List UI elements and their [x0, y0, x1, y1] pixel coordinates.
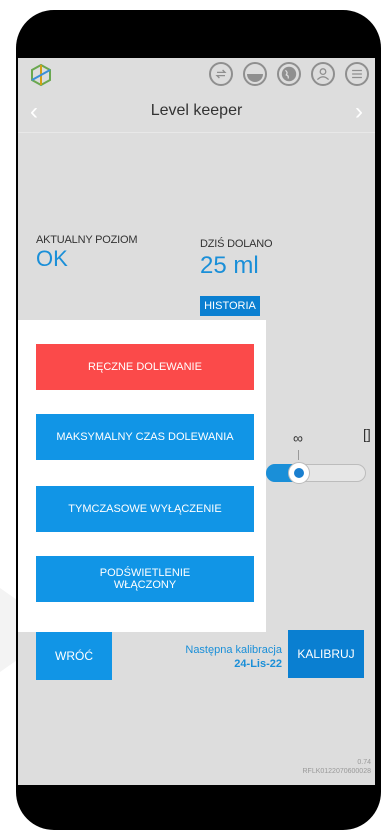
today-added-value: 25 ml [200, 252, 259, 279]
next-calibration-label: Następna kalibracja [185, 644, 282, 656]
nav-divider [18, 132, 375, 133]
bracket-symbol: [] [363, 426, 371, 442]
nav-next-arrow-icon[interactable]: › [355, 98, 363, 126]
device-id: RFLK0122070600028 [302, 768, 371, 775]
history-icon[interactable] [209, 62, 233, 86]
back-button[interactable]: WRÓĆ [36, 632, 112, 680]
page-title: Level keeper [150, 102, 243, 119]
temporary-disable-button[interactable]: TYMCZASOWE WYŁĄCZENIE [36, 486, 254, 532]
slider-thumb[interactable] [288, 462, 310, 484]
backlight-button[interactable]: PODŚWIETLENIE WŁĄCZONY [36, 556, 254, 602]
globe-icon[interactable] [277, 62, 301, 86]
user-icon[interactable] [311, 62, 335, 86]
app-screen: ‹ Level keeper › AKTUALNY POZIOM OK DZIŚ… [18, 58, 375, 785]
manual-refill-button[interactable]: RĘCZNE DOLEWANIE [36, 344, 254, 390]
calibrate-button[interactable]: KALIBRUJ [288, 630, 364, 678]
today-added-label: DZIŚ DOLANO [200, 238, 273, 250]
max-refill-time-button[interactable]: MAKSYMALNY CZAS DOLEWANIA [36, 414, 254, 460]
options-menu: RĘCZNE DOLEWANIE MAKSYMALNY CZAS DOLEWAN… [18, 320, 266, 632]
current-level-label: AKTUALNY POZIOM [36, 234, 138, 246]
menu-icon[interactable] [345, 62, 369, 86]
version-info: 0.74 RFLK0122070600028 [302, 758, 371, 776]
current-level-value: OK [36, 246, 68, 271]
level-icon[interactable] [243, 62, 267, 86]
app-logo-icon [28, 62, 54, 88]
slider-tick [298, 450, 299, 460]
version-number: 0.74 [357, 759, 371, 766]
history-button[interactable]: HISTORIA [200, 296, 260, 316]
header-icon-group [209, 62, 369, 86]
top-bar [18, 58, 375, 96]
next-calibration-date: 24-Lis-22 [234, 658, 282, 670]
navigation-bar: ‹ Level keeper › [18, 98, 375, 126]
infinity-symbol: ∞ [293, 430, 303, 446]
